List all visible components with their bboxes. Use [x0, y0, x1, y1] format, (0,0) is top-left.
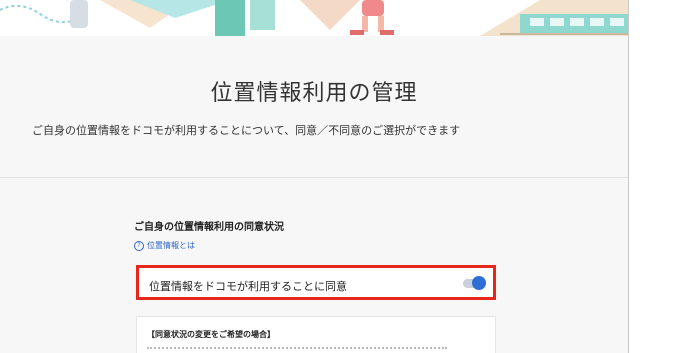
- consent-section-heading: ご自身の位置情報利用の同意状況: [134, 222, 284, 233]
- header-section: 位置情報利用の管理 ご自身の位置情報をドコモが利用することについて、同意／不同意…: [0, 36, 628, 178]
- location-consent-row: 位置情報をドコモが利用することに同意: [136, 265, 496, 300]
- location-consent-label: 位置情報をドコモが利用することに同意: [149, 280, 347, 293]
- toggle-knob: [472, 276, 486, 290]
- info-box-heading: 【同意状況の変更をご希望の場合】: [147, 330, 275, 339]
- location-consent-toggle[interactable]: [463, 276, 486, 290]
- info-box-faded-text: [147, 347, 447, 352]
- help-link-label: 位置情報とは: [147, 241, 195, 250]
- page-description: ご自身の位置情報をドコモが利用することについて、同意／不同意のご選択ができます: [32, 124, 461, 137]
- browser-content: 位置情報利用の管理 ご自身の位置情報をドコモが利用することについて、同意／不同意…: [0, 0, 629, 353]
- page: 位置情報利用の管理 ご自身の位置情報をドコモが利用することについて、同意／不同意…: [0, 0, 676, 353]
- page-title: 位置情報利用の管理: [210, 81, 418, 106]
- location-info-help-link[interactable]: ? 位置情報とは: [134, 240, 195, 251]
- change-consent-info-box: 【同意状況の変更をご希望の場合】: [136, 316, 496, 353]
- question-circle-icon: ?: [134, 240, 144, 251]
- hero-banner-illustration: [0, 0, 628, 36]
